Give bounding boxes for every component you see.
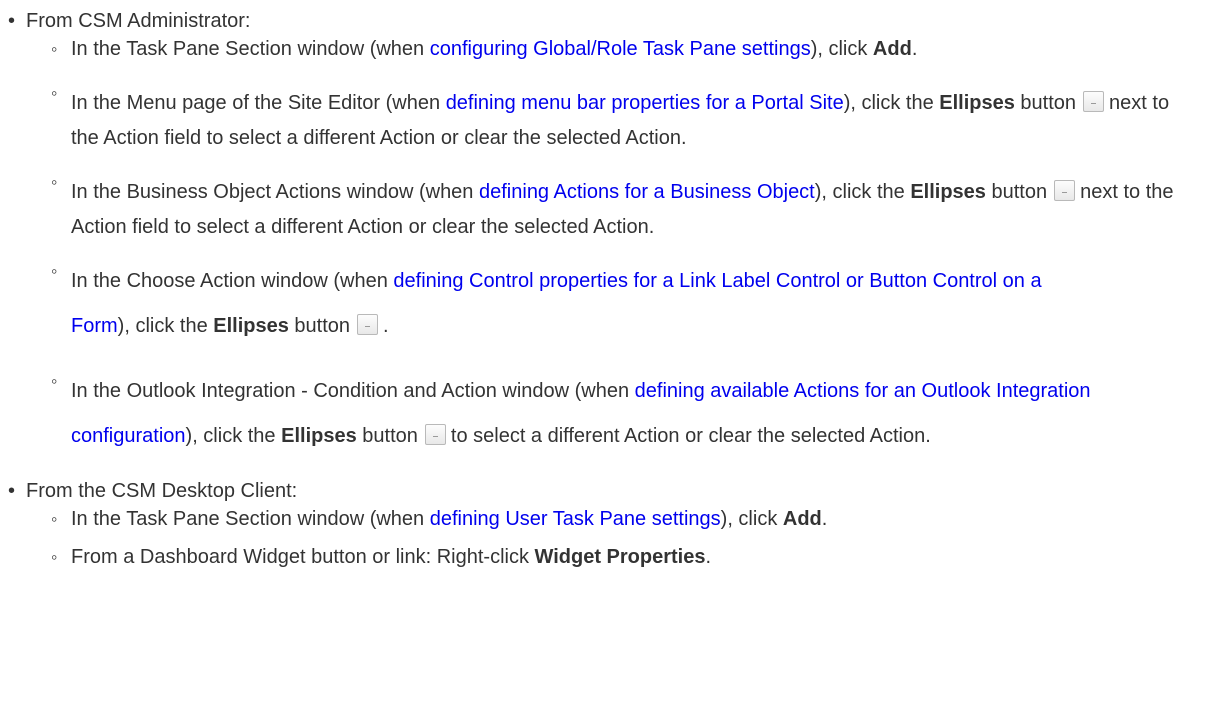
sub-list: ◦ In the Task Pane Section window (when … (26, 37, 1226, 459)
list-item: ◦ In the Task Pane Section window (when … (51, 38, 918, 60)
section-label: From the CSM Desktop Client: (26, 480, 298, 502)
sub-list: ◦ In the Task Pane Section window (when … (26, 507, 1226, 569)
ellipsis-button-icon[interactable] (1083, 91, 1105, 112)
bullet-icon: • (8, 480, 16, 502)
bullet-icon: • (8, 10, 16, 32)
circle-bullet-icon: ◦ (51, 39, 58, 59)
link-configuring-task-pane[interactable]: configuring Global/Role Task Pane settin… (430, 38, 811, 60)
section-label: From CSM Administrator: (26, 10, 251, 32)
ellipsis-button-icon[interactable] (357, 314, 379, 335)
ellipsis-button-icon[interactable] (424, 424, 446, 445)
list-item: ◦ In the Task Pane Section window (when … (51, 508, 828, 530)
ellipsis-button-icon[interactable] (1054, 180, 1076, 201)
list-item-csm-administrator: • From CSM Administrator: ◦ In the Task … (0, 9, 1226, 459)
circle-bullet-icon: ◦ (51, 261, 58, 281)
list-item: ◦ In the Business Object Actions window … (51, 172, 1174, 238)
list-item: ◦ In the Choose Action window (when defi… (51, 261, 1042, 337)
list-item-csm-desktop-client: • From the CSM Desktop Client: ◦ In the … (0, 479, 1226, 569)
link-menu-bar-properties[interactable]: defining menu bar properties for a Porta… (446, 92, 844, 114)
list-item: ◦ From a Dashboard Widget button or link… (51, 546, 712, 568)
list-item: ◦ In the Menu page of the Site Editor (w… (51, 83, 1170, 149)
circle-bullet-icon: ◦ (51, 547, 58, 567)
circle-bullet-icon: ◦ (51, 172, 58, 192)
document-body: • From CSM Administrator: ◦ In the Task … (0, 0, 1226, 569)
circle-bullet-icon: ◦ (51, 83, 58, 103)
circle-bullet-icon: ◦ (51, 371, 58, 391)
circle-bullet-icon: ◦ (51, 509, 58, 529)
list-item: ◦ In the Outlook Integration - Condition… (51, 371, 1091, 447)
top-level-list: • From CSM Administrator: ◦ In the Task … (0, 9, 1226, 569)
link-user-task-pane[interactable]: defining User Task Pane settings (430, 508, 721, 530)
link-business-object-actions[interactable]: defining Actions for a Business Object (479, 181, 815, 203)
